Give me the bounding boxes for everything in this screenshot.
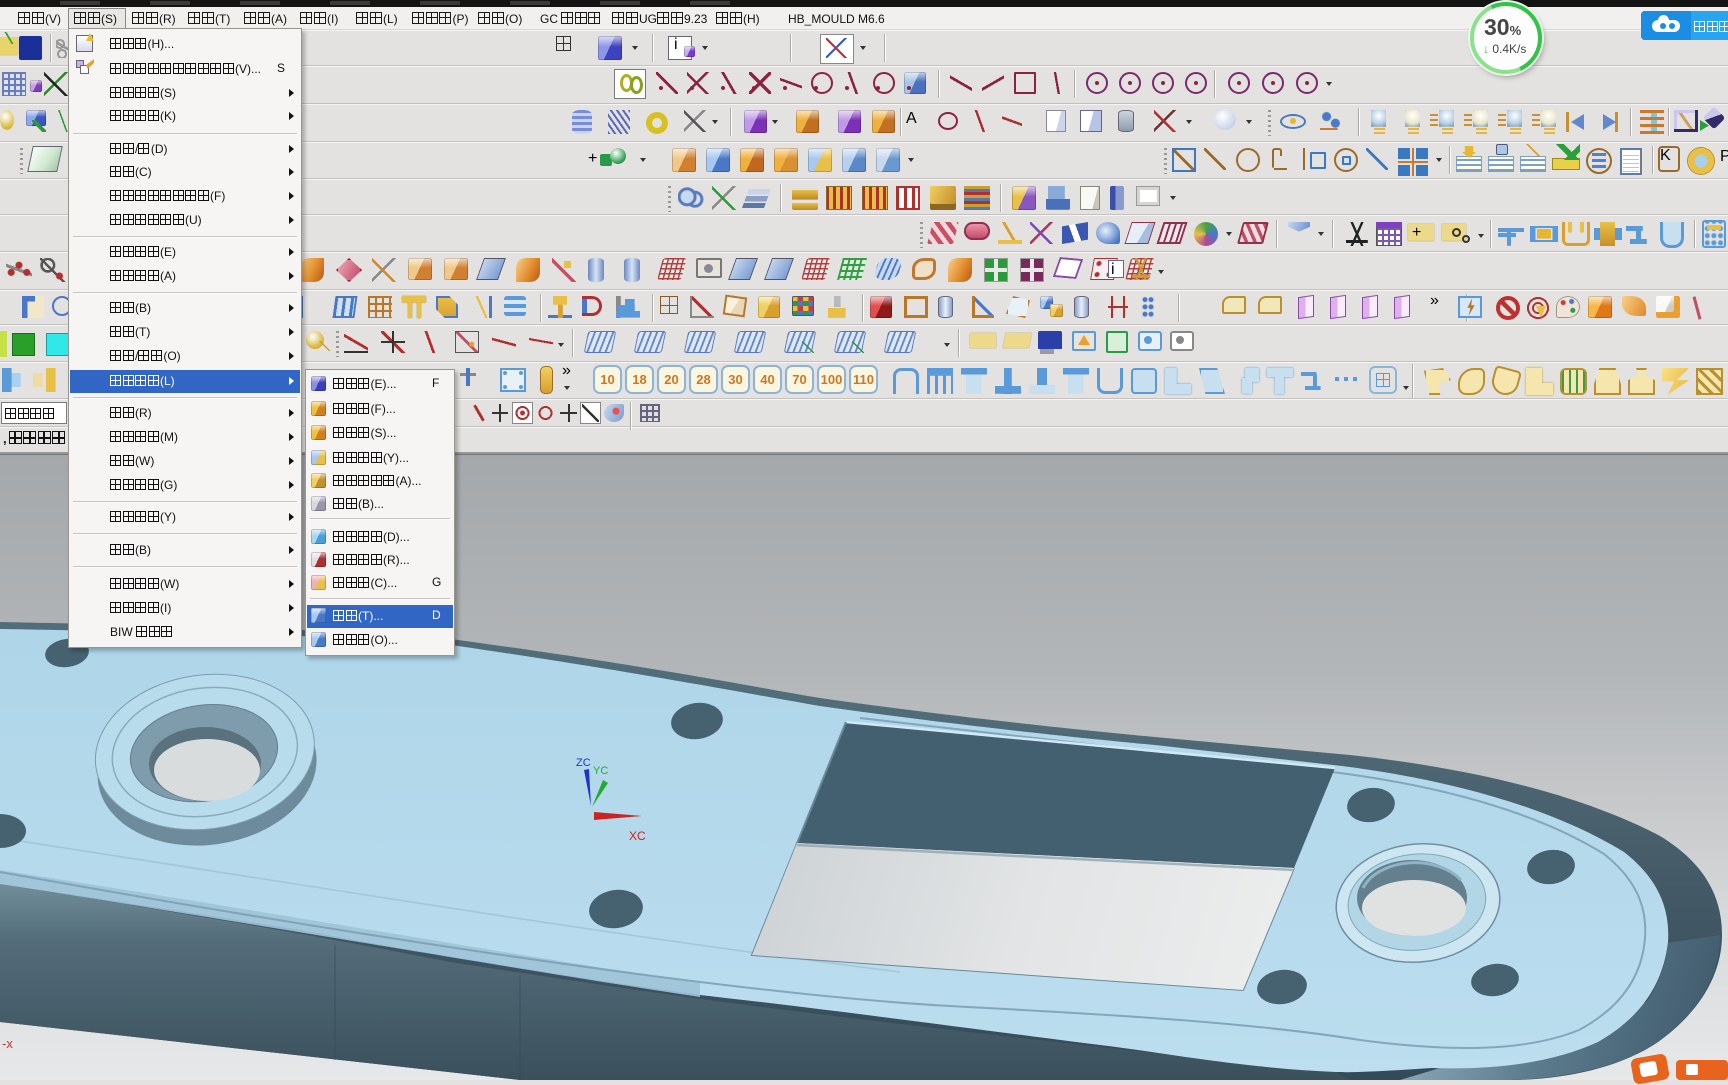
svg-text:-x: -x	[2, 1036, 13, 1051]
svg-text:ZC: ZC	[576, 757, 591, 769]
svg-text:XC: XC	[629, 829, 646, 843]
svg-text:YC: YC	[593, 765, 608, 777]
